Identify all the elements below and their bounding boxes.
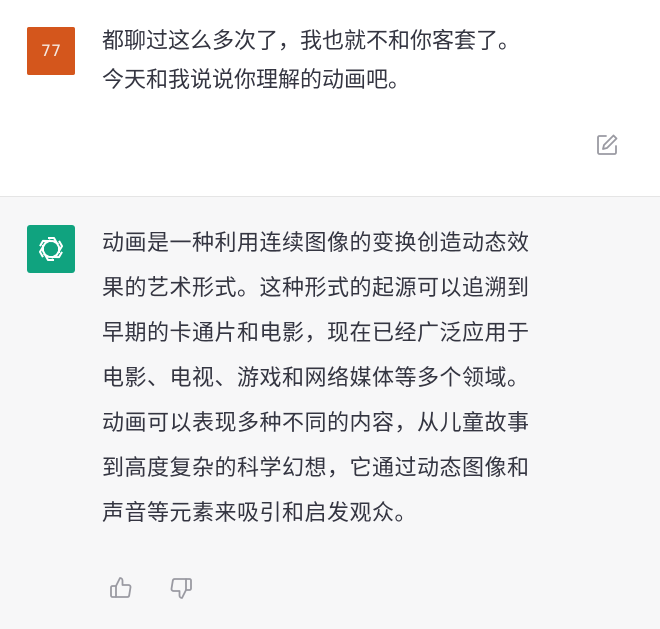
openai-logo-icon — [27, 225, 75, 273]
chat-thread: 77 都聊过这么多次了，我也就不和你客套了。 今天和我说说你理解的动画吧。 动画… — [0, 0, 660, 629]
user-avatar: 77 — [27, 27, 75, 75]
thumbs-down-icon[interactable] — [168, 575, 194, 601]
user-message-text: 都聊过这么多次了，我也就不和你客套了。 今天和我说说你理解的动画吧。 — [102, 29, 521, 93]
user-message-turn: 77 都聊过这么多次了，我也就不和你客套了。 今天和我说说你理解的动画吧。 — [0, 0, 660, 197]
assistant-message-turn: 动画是一种利用连续图像的变换创造动态效 果的艺术形式。这种形式的起源可以追溯到 … — [0, 197, 660, 629]
edit-icon[interactable] — [594, 132, 620, 158]
assistant-message-text: 动画是一种利用连续图像的变换创造动态效 果的艺术形式。这种形式的起源可以追溯到 … — [102, 231, 530, 526]
thumbs-up-icon[interactable] — [108, 575, 134, 601]
